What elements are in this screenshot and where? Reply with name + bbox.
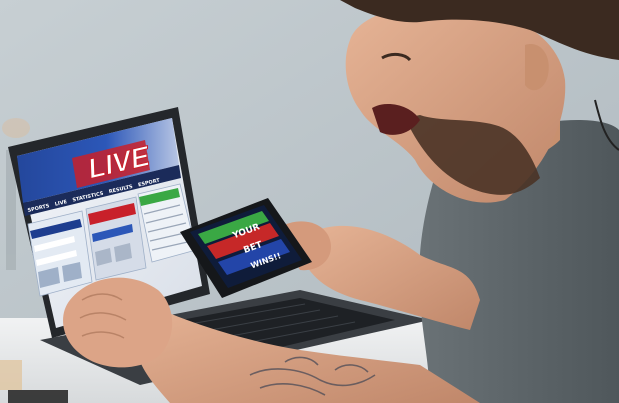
- photo-scene: LIVE SPORTS LIVE STATISTICS RESULTS ESPO…: [0, 0, 619, 403]
- photo: LIVE SPORTS LIVE STATISTICS RESULTS ESPO…: [0, 0, 619, 403]
